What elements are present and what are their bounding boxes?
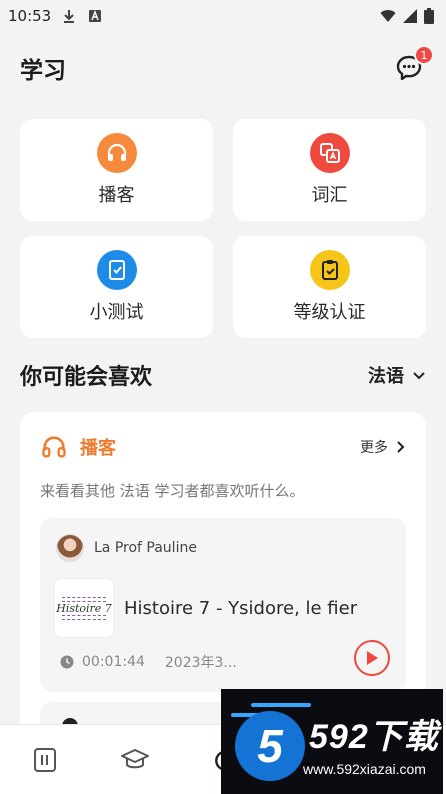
tile-vocabulary[interactable]: 词汇 [233, 119, 426, 221]
clock-icon [60, 655, 74, 669]
card-header: 播客 更多 [40, 432, 406, 462]
wifi-icon [380, 10, 396, 22]
graduation-cap-icon [121, 748, 149, 768]
section-title: 你可能会喜欢 [20, 365, 153, 390]
watermark-logo: 5 592下载 www.592xiazai.com [221, 689, 443, 794]
signal-icon [403, 9, 417, 23]
card-title: 播客 [80, 438, 116, 459]
play-button[interactable] [354, 640, 390, 676]
vocabulary-icon [309, 133, 350, 173]
episode-author: La Prof Pauline [56, 534, 197, 562]
tile-label: 等级认证 [293, 302, 366, 323]
headphones-icon [96, 133, 137, 173]
episode-meta: 00:01:44 2023年3... [60, 652, 237, 672]
status-time: 10:53 [8, 7, 52, 25]
clipboard-check-icon [309, 250, 350, 290]
tile-label: 播客 [98, 185, 135, 206]
language-selector[interactable]: 法语 [368, 362, 426, 388]
play-icon [367, 651, 378, 665]
episode-row: Histoire 7 Histoire 7 - Ysidore, le fier [54, 578, 357, 638]
avatar [56, 534, 84, 562]
episode-date: 2023年3... [164, 655, 237, 671]
card-description: 来看看其他 法语 学习者都喜欢听什么。 [40, 482, 305, 500]
headphones-icon [42, 436, 66, 458]
chevron-down-icon [413, 372, 425, 380]
tile-label: 小测试 [89, 302, 144, 323]
watermark-url: www.592xiazai.com [303, 761, 426, 777]
battery-icon [424, 8, 434, 24]
watermark-brand: 592下载 [309, 718, 439, 756]
download-icon [64, 10, 75, 23]
page-header: 学习 1 [20, 45, 434, 88]
nav-learn[interactable] [118, 743, 152, 777]
watermark-digit: 5 [235, 711, 305, 781]
messages-button[interactable]: 1 [392, 45, 434, 85]
page-title: 学习 [20, 58, 66, 84]
episode-thumbnail: Histoire 7 [54, 578, 114, 638]
tile-quiz[interactable]: 小测试 [20, 236, 213, 338]
tile-level-certification[interactable]: 等级认证 [233, 236, 426, 338]
thumbnail-text: Histoire 7 [56, 601, 112, 615]
chevron-right-icon [397, 441, 405, 453]
episode-item[interactable]: La Prof Pauline Histoire 7 Histoire 7 - … [40, 518, 406, 692]
more-label: 更多 [360, 440, 388, 456]
learning-tiles: 播客 词汇 小测试 等级认证 [20, 119, 426, 338]
author-name: La Prof Pauline [94, 540, 197, 556]
book-icon [34, 747, 56, 772]
nav-dictionary[interactable] [28, 743, 62, 777]
app-notification-icon [89, 10, 102, 22]
episode-duration: 00:01:44 [82, 654, 145, 670]
notification-badge: 1 [414, 45, 434, 65]
status-bar: 10:53 [0, 0, 446, 32]
more-link[interactable]: 更多 [360, 437, 406, 457]
episode-title: Histoire 7 - Ysidore, le fier [124, 597, 358, 619]
tile-podcast[interactable]: 播客 [20, 119, 213, 221]
quiz-icon [96, 250, 137, 290]
recommend-header: 你可能会喜欢 法语 [20, 356, 426, 394]
tile-label: 词汇 [311, 185, 348, 206]
language-label: 法语 [368, 366, 404, 387]
